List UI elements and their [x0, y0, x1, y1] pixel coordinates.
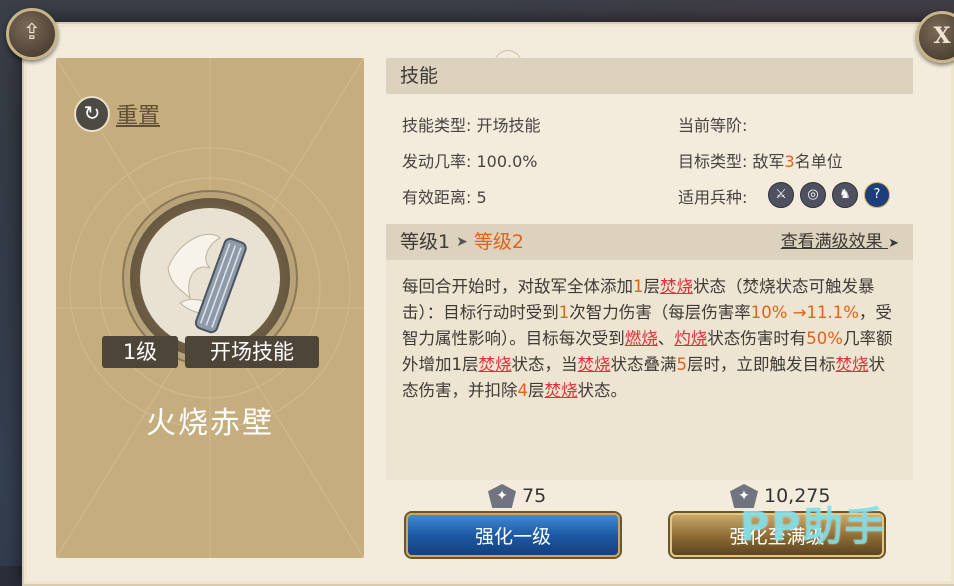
target-suffix: 名单位: [794, 152, 843, 171]
arrow-right-icon: ➤: [456, 234, 468, 250]
desc-text: 每回合开始时，对敌军全体添加: [402, 277, 633, 296]
skill-type-value: 开场技能: [476, 116, 541, 135]
skill-level-badge: 1级: [102, 336, 178, 368]
upgrade-one-button[interactable]: 强化一级: [406, 513, 620, 557]
reset-label: 重置: [116, 104, 161, 129]
desc-number: 50%: [806, 329, 843, 348]
upgrade-one-cost: ✦ 75: [488, 484, 546, 508]
status-link-scorch[interactable]: 灼烧: [674, 329, 707, 348]
desc-number: 1: [558, 303, 570, 322]
troops-key: 适用兵种:: [678, 188, 748, 207]
tier-row: 当前等阶:: [678, 112, 747, 136]
sword-icon: ⚔: [768, 182, 794, 208]
status-link-burning[interactable]: 焚烧: [578, 355, 611, 374]
status-link-burning[interactable]: 焚烧: [479, 355, 512, 374]
desc-text: 层: [528, 381, 545, 400]
desc-number: 1: [633, 277, 644, 296]
skill-type-badge: 开场技能: [185, 336, 319, 368]
reset-button[interactable]: ↻ 重置: [74, 96, 160, 132]
skill-type-row: 技能类型: 开场技能: [402, 112, 541, 136]
target-key: 目标类型:: [678, 152, 748, 171]
horse-icon: ♞: [832, 182, 858, 208]
troop-icons: ⚔ ◎ ♞ ?: [768, 182, 890, 208]
desc-text: 状态伤害时有: [707, 329, 807, 348]
question-icon[interactable]: ?: [864, 182, 890, 208]
trigger-rate-row: 发动几率: 100.0%: [402, 148, 538, 172]
target-icon: ◎: [800, 182, 826, 208]
desc-text: 层: [462, 355, 479, 374]
level-to: 等级2: [473, 231, 524, 253]
skill-section-title: 技能: [400, 65, 439, 87]
status-link-ignite[interactable]: 燃烧: [625, 329, 658, 348]
desc-number: 5: [676, 355, 688, 374]
target-row: 目标类型: 敌军3名单位: [678, 148, 843, 172]
skill-description: 每回合开始时，对敌军全体添加1层焚烧状态（焚烧状态可触发暴击）：目标行动时受到1…: [386, 260, 913, 480]
tier-key: 当前等阶:: [678, 116, 748, 135]
trigger-rate-key: 发动几率:: [402, 152, 472, 171]
desc-text: 状态。: [577, 381, 628, 400]
desc-text: 状态，当: [511, 355, 578, 374]
skill-card: ↻ 重置 1级 开场技能 火烧赤壁: [56, 58, 364, 558]
desc-percent: 10% →11.1%: [750, 303, 859, 322]
refresh-icon: ↻: [74, 96, 110, 132]
share-button[interactable]: ⇪: [6, 8, 58, 60]
view-max-level-link[interactable]: 查看满级效果 ➤: [781, 224, 899, 262]
level-from: 等级1: [400, 231, 451, 253]
desc-number: 4: [517, 381, 529, 400]
close-icon: X: [933, 23, 951, 49]
target-prefix: 敌军: [752, 152, 785, 171]
status-link-burning[interactable]: 焚烧: [836, 355, 869, 374]
watermark: PP助手: [740, 504, 887, 550]
level-section-header: 等级1 ➤ 等级2 查看满级效果 ➤: [386, 224, 913, 260]
trigger-rate-value: 100.0%: [476, 152, 538, 171]
skill-section-header: 技能: [386, 58, 913, 94]
troops-row: 适用兵种:: [678, 184, 747, 208]
share-icon: ⇪: [22, 20, 42, 45]
skill-icon-frame: [130, 198, 290, 358]
desc-text: 、: [657, 329, 675, 348]
skill-name: 火烧赤壁: [146, 406, 274, 441]
range-key: 有效距离:: [402, 188, 472, 207]
range-row: 有效距离: 5: [402, 184, 487, 208]
target-count: 3: [784, 152, 795, 171]
skill-book-icon: ✦: [488, 484, 516, 508]
skill-info: 技能类型: 开场技能 发动几率: 100.0% 有效距离: 5 当前等阶: 目标…: [386, 94, 913, 220]
desc-text: 层: [643, 277, 661, 296]
skill-type-key: 技能类型:: [402, 116, 472, 135]
upgrade-one-cost-value: 75: [522, 485, 547, 507]
status-link-burning[interactable]: 焚烧: [660, 277, 693, 296]
range-value: 5: [476, 188, 487, 207]
desc-text: 层时，立即触发目标: [687, 355, 836, 374]
desc-text: 状态叠满: [610, 355, 677, 374]
status-link-burning[interactable]: 焚烧: [545, 381, 578, 400]
view-max-label: 查看满级效果: [780, 232, 883, 252]
skill-art-icon: [140, 208, 280, 348]
desc-number: 1: [451, 355, 463, 374]
desc-text: 次智力伤害（每层伤害率: [569, 303, 751, 322]
arrow-right-icon: ➤: [888, 236, 899, 251]
